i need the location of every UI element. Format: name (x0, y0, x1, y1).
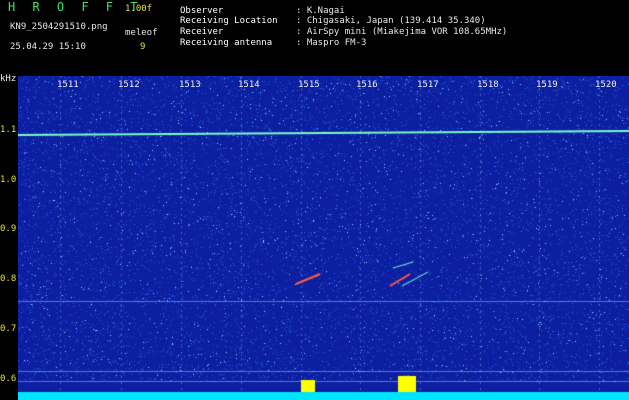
y-axis: 1.1 1.0 0.9 0.8 0.7 0.6 (0, 74, 18, 400)
y-tick-label: 0.8 (0, 274, 17, 284)
info-label-observer: Observer (180, 6, 224, 16)
y-unit: kHz (0, 74, 17, 84)
version: 1.00f (125, 4, 153, 14)
x-tick-label: 1511 (57, 80, 79, 90)
y-tick-label: 0.6 (0, 374, 17, 384)
info-value-receiver: : AirSpy mini (Miakejima VOR 108.65MHz) (296, 27, 508, 37)
y-tick-label: 0.9 (0, 224, 17, 234)
x-tick-label: 1517 (417, 80, 439, 90)
info-label-receiver: Receiver (180, 27, 224, 37)
info-label-location: Receiving Location (180, 16, 278, 26)
x-tick-label: 1518 (477, 80, 499, 90)
x-tick-label: 1512 (118, 80, 140, 90)
info-value-observer: : K.Nagai (296, 6, 345, 16)
datetime: 25.04.29 15:10 (10, 42, 86, 52)
x-tick-label: 1520 (595, 80, 617, 90)
meleof-label: meleof (125, 28, 158, 38)
meleof-value: 9 (140, 42, 146, 52)
y-tick-label: 1.0 (0, 175, 17, 185)
x-tick-label: 1515 (298, 80, 320, 90)
app-brand: H R O F F T (8, 0, 143, 14)
header: H R O F F T 1.00f KN9_2504291510.png 25.… (0, 0, 629, 74)
x-tick-label: 1514 (238, 80, 260, 90)
y-tick-label: 1.1 (0, 125, 17, 135)
info-label-antenna: Receiving antenna (180, 38, 273, 48)
y-tick-label: 0.7 (0, 324, 17, 334)
info-value-antenna: : Maspro FM-3 (296, 38, 367, 48)
info-value-location: : Chigasaki, Japan (139.414 35.340) (296, 16, 486, 26)
filename: KN9_2504291510.png (10, 22, 108, 32)
spectrogram (18, 76, 629, 400)
x-tick-label: 1519 (536, 80, 558, 90)
x-tick-label: 1516 (356, 80, 378, 90)
x-tick-label: 1513 (179, 80, 201, 90)
spectrogram-canvas (18, 76, 629, 400)
